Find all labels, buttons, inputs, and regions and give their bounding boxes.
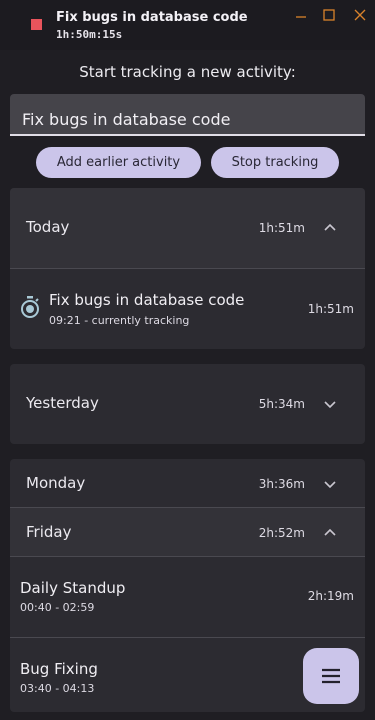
add-earlier-activity-button[interactable]: Add earlier activity: [36, 147, 201, 178]
close-icon[interactable]: [352, 7, 368, 23]
group-header-today[interactable]: Today 1h:51m: [10, 188, 365, 268]
group-yesterday[interactable]: Yesterday 5h:34m: [10, 364, 365, 444]
group-label: Yesterday: [26, 394, 99, 412]
group-header-monday[interactable]: Monday 3h:36m: [10, 459, 365, 507]
group-total: 1h:51m: [258, 221, 305, 235]
chevron-up-icon[interactable]: [323, 526, 337, 540]
menu-button[interactable]: [303, 648, 359, 704]
group-header-friday[interactable]: Friday 2h:52m: [10, 508, 365, 556]
title-bar: Fix bugs in database code 1h:50m:15s: [0, 0, 375, 50]
group-today: Today 1h:51m Fix bugs in database code 0…: [10, 188, 365, 349]
stop-tracking-button[interactable]: Stop tracking: [211, 147, 339, 178]
chevron-down-icon[interactable]: [323, 397, 337, 411]
entry-duration: 2h:19m: [307, 589, 354, 603]
menu-icon: [322, 668, 340, 684]
timer-icon: [19, 295, 41, 319]
group-label: Friday: [26, 523, 72, 541]
entry-time: 09:21 - currently tracking: [49, 314, 190, 327]
chevron-up-icon[interactable]: [323, 221, 337, 235]
group-total: 5h:34m: [258, 397, 305, 411]
minimize-icon[interactable]: [293, 7, 309, 23]
group-label: Today: [26, 218, 70, 236]
entry-time: 03:40 - 04:13: [20, 682, 95, 695]
new-activity-prompt: Start tracking a new activity:: [79, 63, 296, 81]
entry-duration: 1h:51m: [307, 302, 354, 316]
activity-name-input[interactable]: [10, 94, 365, 136]
chevron-down-icon[interactable]: [323, 477, 337, 491]
maximize-icon[interactable]: [321, 7, 337, 23]
list-item[interactable]: Fix bugs in database code 09:21 - curren…: [10, 269, 365, 349]
entry-time: 00:40 - 02:59: [20, 601, 95, 614]
group-total: 2h:52m: [258, 526, 305, 540]
group-label: Monday: [26, 474, 86, 492]
list-item[interactable]: Daily Standup 00:40 - 02:59 2h:19m: [10, 557, 365, 637]
entry-title: Daily Standup: [20, 579, 126, 597]
entry-title: Bug Fixing: [20, 660, 98, 678]
elapsed-timer: 1h:50m:15s: [56, 28, 123, 41]
current-activity-title: Fix bugs in database code: [56, 10, 248, 25]
group-total: 3h:36m: [258, 477, 305, 491]
entry-title: Fix bugs in database code: [49, 291, 245, 309]
stop-square-icon[interactable]: [31, 19, 42, 30]
